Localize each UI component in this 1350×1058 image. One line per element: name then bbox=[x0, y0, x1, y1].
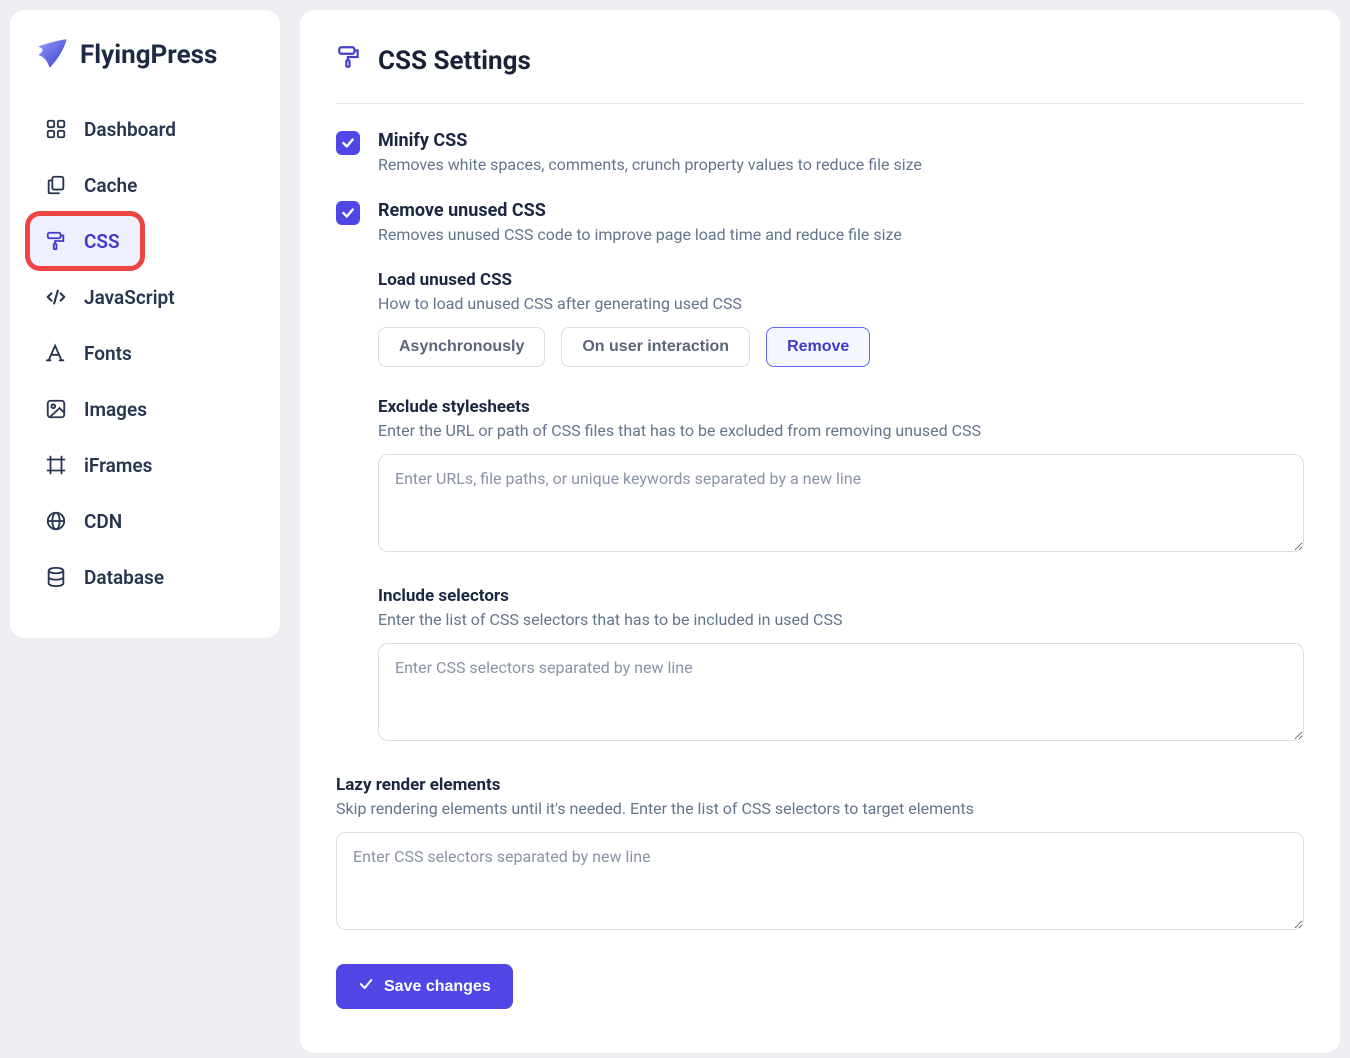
sidebar-item-images[interactable]: Images bbox=[30, 384, 260, 434]
option-remove[interactable]: Remove bbox=[766, 327, 870, 367]
code-icon bbox=[44, 285, 68, 309]
paint-roller-icon bbox=[44, 229, 68, 253]
sidebar-item-label: CSS bbox=[84, 230, 120, 253]
section-title: Load unused CSS bbox=[378, 270, 1304, 290]
section-title: Lazy render elements bbox=[336, 775, 1304, 795]
sidebar-item-label: iFrames bbox=[84, 454, 152, 477]
sidebar-item-label: Dashboard bbox=[84, 118, 176, 141]
sidebar-item-javascript[interactable]: JavaScript bbox=[30, 272, 260, 322]
option-on-user-interaction[interactable]: On user interaction bbox=[561, 327, 750, 367]
setting-title: Minify CSS bbox=[378, 130, 1304, 151]
image-icon bbox=[44, 397, 68, 421]
sidebar-item-label: Images bbox=[84, 398, 147, 421]
setting-desc: Removes unused CSS code to improve page … bbox=[378, 225, 1304, 244]
section-desc: Skip rendering elements until it's neede… bbox=[336, 799, 1304, 818]
section-lazy-render: Lazy render elements Skip rendering elem… bbox=[336, 775, 1304, 934]
globe-icon bbox=[44, 509, 68, 533]
sidebar-item-label: Fonts bbox=[84, 342, 132, 365]
flyingpress-logo-icon bbox=[34, 38, 68, 72]
section-desc: How to load unused CSS after generating … bbox=[378, 294, 1304, 313]
check-icon bbox=[358, 976, 374, 997]
sidebar-item-fonts[interactable]: Fonts bbox=[30, 328, 260, 378]
save-button-label: Save changes bbox=[384, 978, 491, 996]
lazy-render-input[interactable] bbox=[336, 832, 1304, 930]
dashboard-icon bbox=[44, 117, 68, 141]
section-desc: Enter the list of CSS selectors that has… bbox=[378, 610, 1304, 629]
cache-icon bbox=[44, 173, 68, 197]
sidebar-item-iframes[interactable]: iFrames bbox=[30, 440, 260, 490]
frame-icon bbox=[44, 453, 68, 477]
main-panel: CSS Settings Minify CSS Removes white sp… bbox=[300, 10, 1340, 1053]
sidebar-item-label: Database bbox=[84, 566, 164, 589]
section-include-selectors: Include selectors Enter the list of CSS … bbox=[378, 586, 1304, 745]
sidebar-item-cdn[interactable]: CDN bbox=[30, 496, 260, 546]
divider bbox=[336, 103, 1304, 104]
database-icon bbox=[44, 565, 68, 589]
setting-desc: Removes white spaces, comments, crunch p… bbox=[378, 155, 1304, 174]
include-selectors-input[interactable] bbox=[378, 643, 1304, 741]
checkbox-minify-css[interactable] bbox=[336, 131, 360, 155]
sidebar-item-css[interactable]: CSS bbox=[30, 216, 140, 266]
section-exclude-stylesheets: Exclude stylesheets Enter the URL or pat… bbox=[378, 397, 1304, 556]
section-title: Exclude stylesheets bbox=[378, 397, 1304, 417]
sidebar-item-dashboard[interactable]: Dashboard bbox=[30, 104, 260, 154]
exclude-stylesheets-input[interactable] bbox=[378, 454, 1304, 552]
sidebar-item-label: Cache bbox=[84, 174, 137, 197]
save-button[interactable]: Save changes bbox=[336, 964, 513, 1009]
option-asynchronously[interactable]: Asynchronously bbox=[378, 327, 545, 367]
checkbox-remove-unused-css[interactable] bbox=[336, 201, 360, 225]
sidebar-nav: Dashboard Cache CSS bbox=[30, 104, 260, 602]
setting-minify-css: Minify CSS Removes white spaces, comment… bbox=[336, 130, 1304, 174]
section-load-unused-css: Load unused CSS How to load unused CSS a… bbox=[378, 270, 1304, 367]
paint-roller-icon bbox=[336, 44, 362, 77]
sidebar-item-label: CDN bbox=[84, 510, 122, 533]
setting-remove-unused-css: Remove unused CSS Removes unused CSS cod… bbox=[336, 200, 1304, 244]
brand-name: FlyingPress bbox=[80, 40, 217, 70]
section-title: Include selectors bbox=[378, 586, 1304, 606]
sidebar: FlyingPress Dashboard Cache bbox=[10, 10, 280, 638]
sidebar-item-label: JavaScript bbox=[84, 286, 175, 309]
font-icon bbox=[44, 341, 68, 365]
setting-title: Remove unused CSS bbox=[378, 200, 1304, 221]
brand: FlyingPress bbox=[30, 38, 260, 72]
panel-title: CSS Settings bbox=[336, 44, 1304, 77]
sidebar-item-cache[interactable]: Cache bbox=[30, 160, 260, 210]
section-desc: Enter the URL or path of CSS files that … bbox=[378, 421, 1304, 440]
sidebar-item-database[interactable]: Database bbox=[30, 552, 260, 602]
panel-title-text: CSS Settings bbox=[378, 46, 531, 76]
load-unused-options: Asynchronously On user interaction Remov… bbox=[378, 327, 1304, 367]
